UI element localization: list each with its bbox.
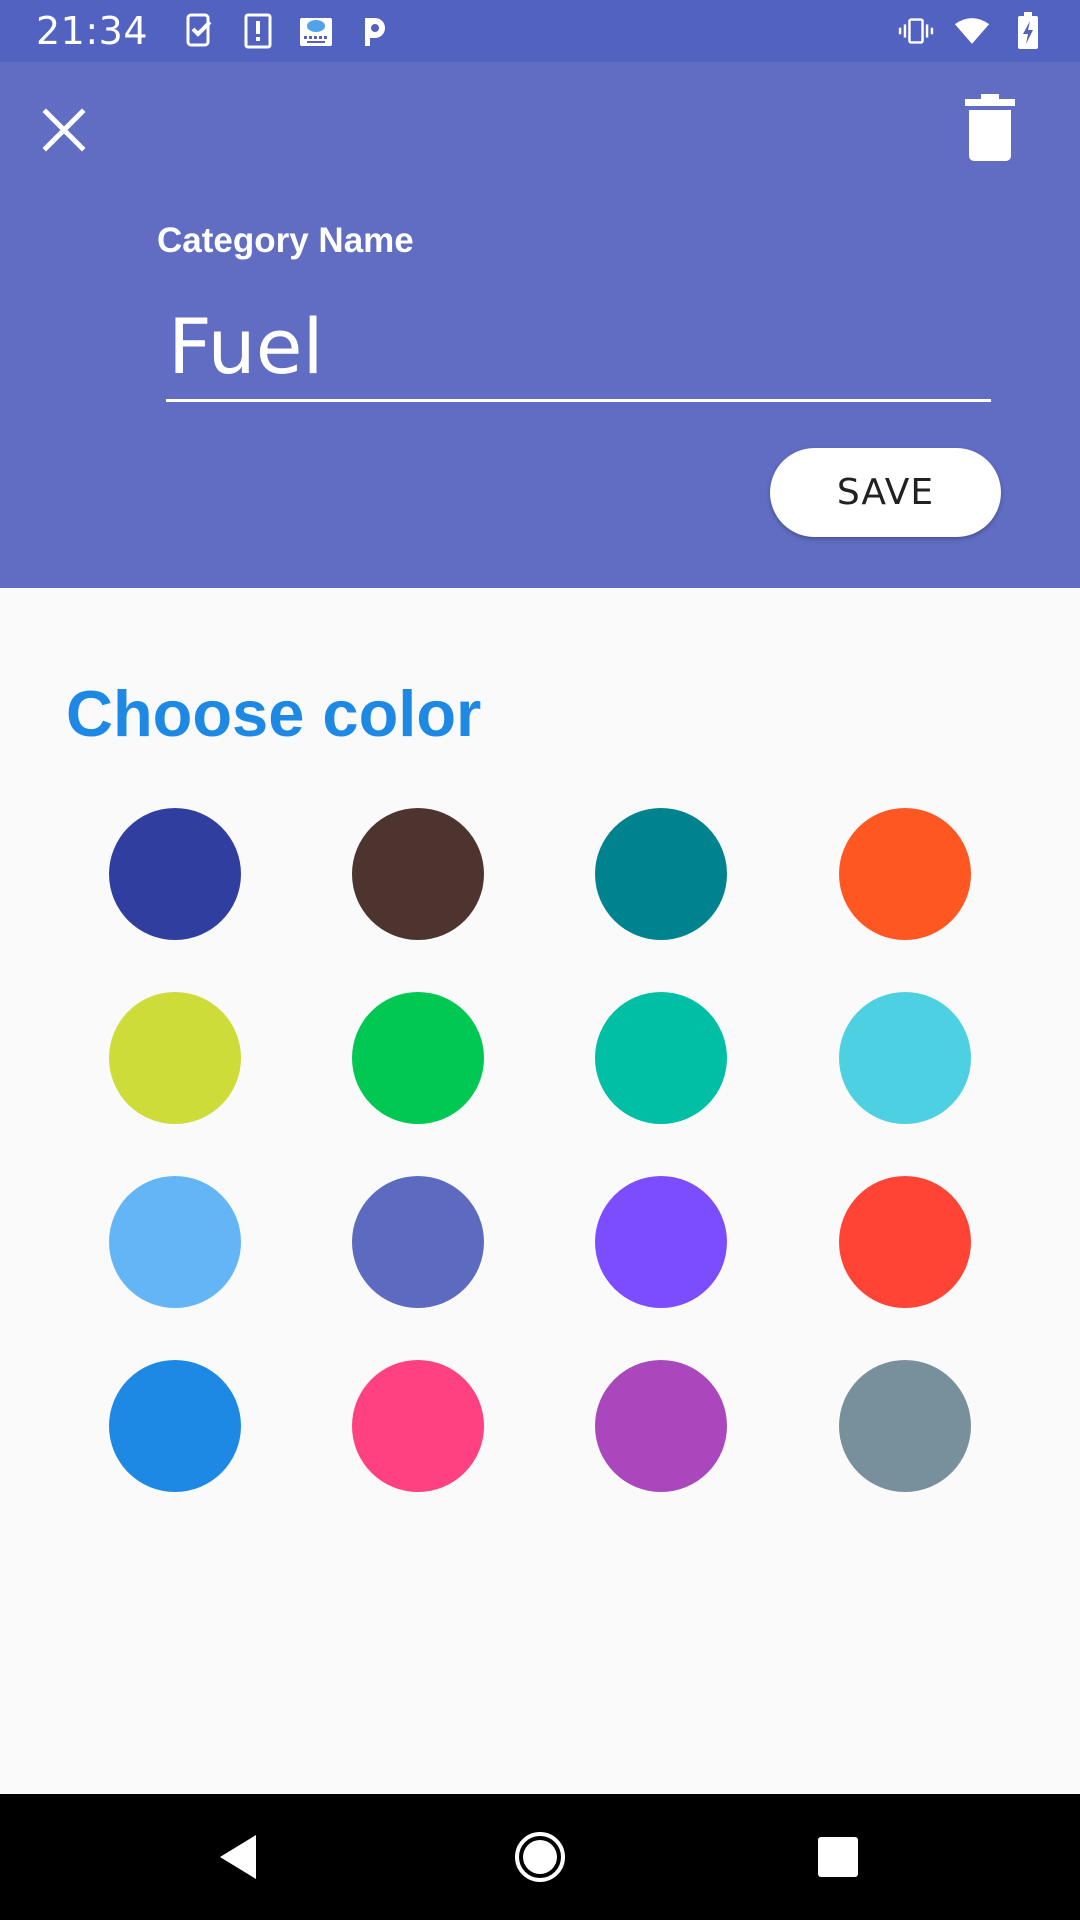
color-swatch-7[interactable] <box>595 992 727 1124</box>
system-icons <box>898 11 1046 51</box>
task-check-icon <box>182 11 218 51</box>
color-swatch-15[interactable] <box>595 1360 727 1492</box>
color-swatch-9[interactable] <box>109 1176 241 1308</box>
battery-charging-icon <box>1010 11 1046 51</box>
choose-color-title: Choose color <box>66 677 482 750</box>
color-swatch-11[interactable] <box>595 1176 727 1308</box>
color-swatch-3[interactable] <box>595 808 727 940</box>
color-swatch-6[interactable] <box>352 992 484 1124</box>
back-triangle-icon <box>220 1835 256 1879</box>
back-button[interactable] <box>198 1817 278 1897</box>
recents-square-icon <box>818 1837 858 1877</box>
save-button[interactable]: SAVE <box>770 448 1001 537</box>
category-name-input[interactable] <box>166 294 991 402</box>
close-icon <box>42 108 86 152</box>
vibrate-icon <box>898 11 934 51</box>
status-time: 21:34 <box>36 9 149 53</box>
delete-button[interactable] <box>954 88 1026 168</box>
recents-button[interactable] <box>798 1817 878 1897</box>
color-swatch-2[interactable] <box>352 808 484 940</box>
wifi-icon <box>954 11 990 51</box>
notification-icons <box>182 11 392 51</box>
color-swatch-1[interactable] <box>109 808 241 940</box>
alert-card-icon <box>240 11 276 51</box>
color-swatch-5[interactable] <box>109 992 241 1124</box>
parking-p-icon <box>356 11 392 51</box>
color-swatch-4[interactable] <box>839 808 971 940</box>
category-name-label: Category Name <box>157 221 414 260</box>
color-swatch-12[interactable] <box>839 1176 971 1308</box>
home-circle-icon <box>515 1832 565 1882</box>
color-swatch-14[interactable] <box>352 1360 484 1492</box>
color-swatch-8[interactable] <box>839 992 971 1124</box>
trash-icon <box>965 94 1015 161</box>
home-button[interactable] <box>500 1817 580 1897</box>
color-swatch-16[interactable] <box>839 1360 971 1492</box>
category-edit-header: Category Name SAVE <box>0 62 1080 588</box>
color-swatch-13[interactable] <box>109 1360 241 1492</box>
color-swatch-10[interactable] <box>352 1176 484 1308</box>
status-bar: 21:34 <box>0 0 1080 62</box>
close-button[interactable] <box>32 98 96 162</box>
cloud-keyboard-icon <box>298 11 334 51</box>
status-left: 21:34 <box>36 9 392 53</box>
navigation-bar <box>0 1794 1080 1920</box>
